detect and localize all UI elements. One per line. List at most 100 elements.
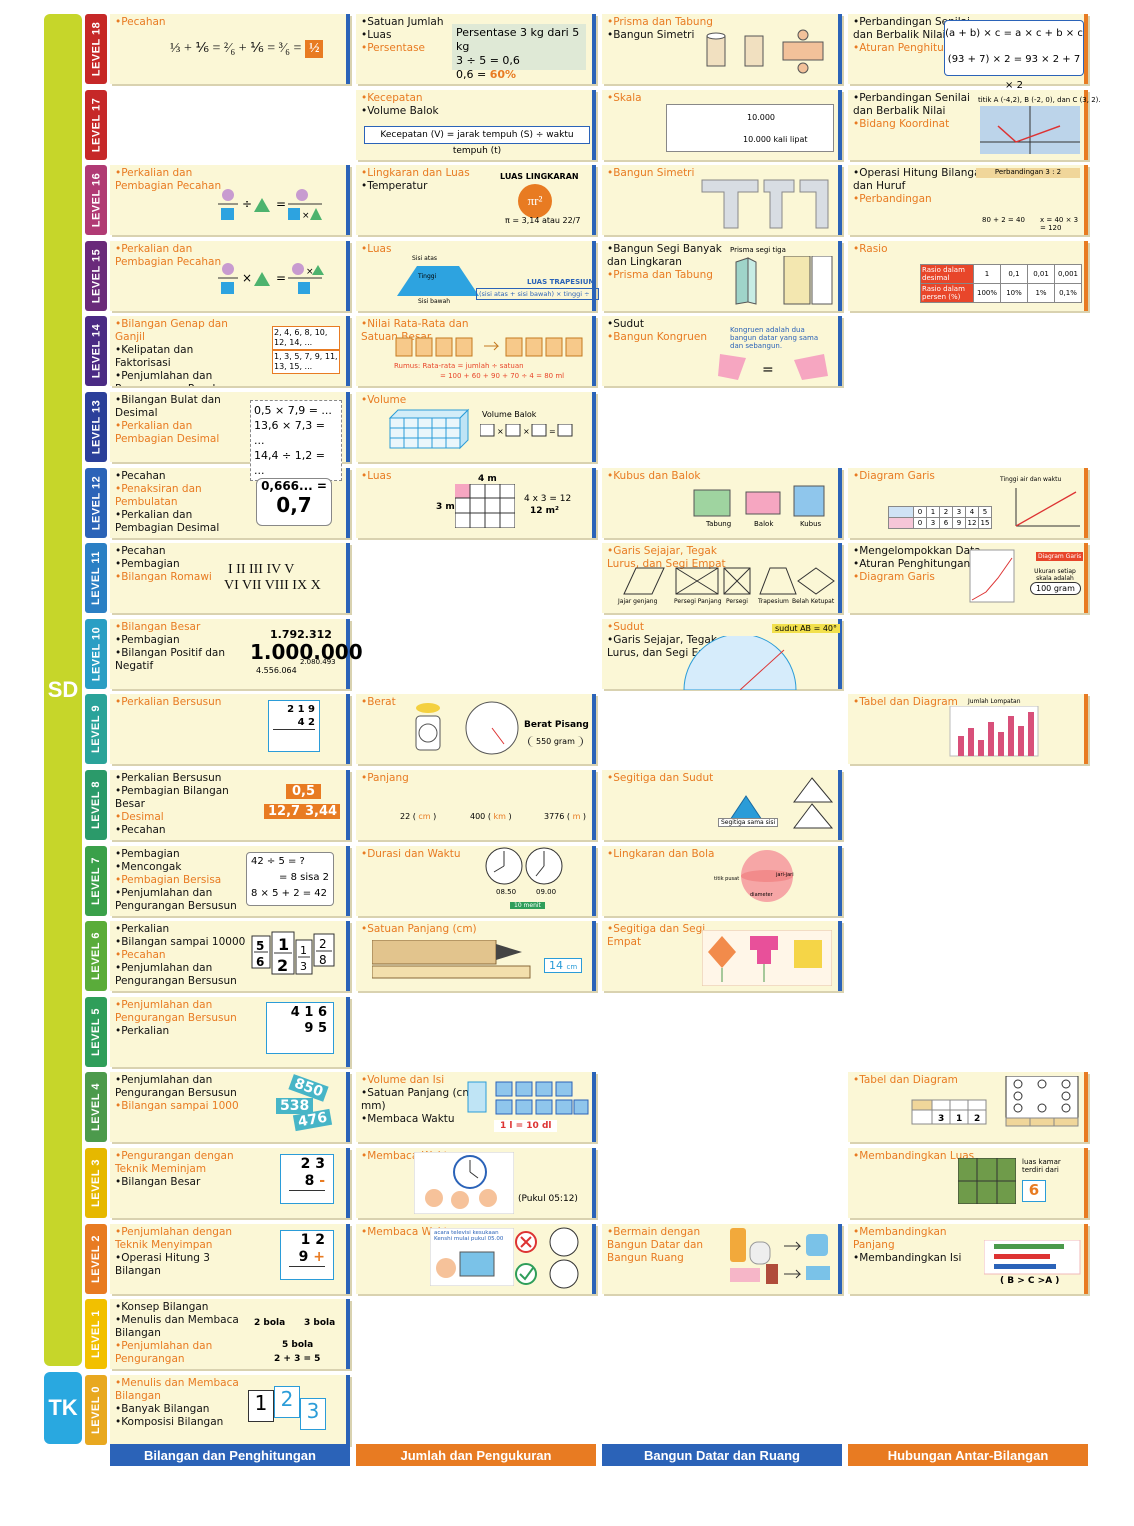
topic-item: •Desimal [115,811,164,823]
liter-conversion: 1 l = 10 dl [494,1120,558,1132]
clock-time-2: 09.00 [536,888,557,896]
average-formula: Rumus: Rata-rata = jumlah ÷ satuan [394,362,524,370]
level-label-7: LEVEL 7 [85,845,107,916]
ball-count-total: 5 bola [282,1340,314,1350]
svg-text:1: 1 [956,1114,962,1124]
topic-item: •Rasio [853,242,888,255]
svg-text:=: = [276,271,286,285]
ruler-length: 14 cm [544,958,583,973]
level-label-13: LEVEL 13 [85,392,107,462]
banana-weight-value: 550 gram [528,736,583,747]
trapezoid-illustration [397,266,479,296]
topic-item: •Membandingkan Isi [853,1251,962,1264]
tv-schedule-caption: acara televisi kesukaan Kenshi mulai puk… [434,1230,504,1242]
topic-item: •Kecepatan [361,91,423,104]
topic-item: •Penjumlahan dan Pengurangan Bersusun [115,998,237,1024]
room-area-count: 6 [1022,1180,1046,1202]
topic-item: •Pecahan [115,824,166,836]
level-label-2: LEVEL 2 [85,1223,107,1294]
svg-text:×: × [497,427,504,436]
average-calculation: = 100 + 60 + 90 + 70 ÷ 4 = 80 ml [440,372,565,380]
svg-text:=: = [276,197,286,211]
topic-item: •Penaksiran dan Pembulatan [115,482,202,508]
number-card-3: 3 [300,1398,326,1430]
topic-item: •Pecahan [115,469,166,482]
pi-value: π = 3,14 atau 22/7 [505,216,581,225]
level-label-11: LEVEL 11 [85,543,107,614]
column-header-bangun: Bangun Datar dan Ruang [602,1444,842,1466]
scale-note: Ukuran setiap skala adalah [1034,568,1076,582]
radius-label: jari-jari [776,872,794,878]
topic-item: •Pembagian Bilangan Besar [115,785,229,810]
area-grid-width: 4 m [478,474,497,484]
average-cups-illustration [395,337,583,357]
rounding-box: 0,666... = 0,7 [256,478,332,526]
quad-label-4: Trapesium [758,598,789,605]
topic-item: •Menulis dan Membaca Bilangan [115,1314,239,1340]
equilateral-label: Segitiga sama sisi [718,818,779,827]
topic-item: •Bilangan Besar [115,620,201,633]
topic-item: •Sudut [607,620,644,633]
volume-cups-illustration [467,1081,589,1115]
length-value-3: 3776 ( m ) [544,812,587,821]
topic-item: •Menulis dan Membaca Bilangan [115,1376,239,1402]
topic-item: •Pembagian Bersisa [115,873,222,886]
carrying-addition: 1 2 9 + [280,1230,334,1280]
svg-text:1: 1 [278,935,289,954]
topic-item: •Luas [361,469,392,482]
topic-item: •Komposisi Bilangan [115,1415,224,1428]
topic-item: •Banyak Bilangan [115,1402,210,1415]
quad-label-5: Belah Ketupat [792,598,835,605]
topic-item: •Penjumlahan dan Pengurangan Bersusun [115,962,237,988]
column-multiplication: 4 1 6 9 5 [266,1002,334,1054]
cylinder-net-illustration [706,29,824,74]
line-graph-caption: Tinggi air dan waktu [1000,476,1062,483]
topic-item: •Perkalian [115,1024,170,1037]
column-header-hubungan: Hubungan Antar-Bilangan [848,1444,1088,1466]
topic-item: •Penjumlahan dan Pengurangan [115,1340,213,1366]
fraction-cards: 56 12 13 28 [251,931,335,975]
shapes-solids-illustration [730,1228,830,1284]
area-grid-height: 3 m [436,502,455,512]
topic-item: •Perbandingan [853,193,932,206]
level-label-1: LEVEL 1 [85,1299,107,1370]
level-label-18: LEVEL 18 [85,14,107,84]
column-header-jumlah: Jumlah dan Pengukuran [356,1444,596,1466]
level-label-5: LEVEL 5 [85,996,107,1067]
long-multiplication-grid: 2 1 9 4 2 [268,700,320,752]
topic-item: •Satuan Panjang (cm) [361,923,477,936]
topic-item: •Kelipatan dan Faktorisasi [115,344,194,370]
circle-area-title: LUAS LINGKARAN [500,172,579,181]
topic-card-level8-col2: •Panjang [356,770,596,840]
svg-text:×: × [306,267,314,277]
topic-item: •Perkalian Bersusun [115,696,222,709]
two-clocks [485,847,563,885]
svg-text:=: = [549,427,556,436]
svg-text:1: 1 [300,944,307,957]
decimal-tile-3: 3,44 [302,804,341,819]
trapezoid-top-label: Sisi atas [412,255,438,262]
fraction-division-illustration: ÷ = × [218,189,322,221]
level-label-6: LEVEL 6 [85,921,107,992]
svg-text:2: 2 [277,956,288,975]
trapezoid-height-label: Tinggi [418,273,437,280]
level-label-4: LEVEL 4 [85,1072,107,1143]
tangram-illustration [702,930,832,986]
ball-count-2: 3 bola [304,1318,336,1328]
svg-text:8: 8 [319,953,327,967]
line-graph [1015,488,1080,527]
number-card-2: 2 [274,1386,300,1418]
scale-value: 100 gram [1030,582,1081,595]
topic-item: •Penjumlahan dengan Teknik Menyimpan [115,1225,233,1251]
clock-check-illustration [515,1227,579,1289]
angle-caption: sudut AB = 40° [772,624,840,633]
svg-text:×: × [302,211,310,221]
topic-item: •Bangun Segi Banyak dan Lingkaran [607,242,722,268]
band-tk: TK [44,1372,82,1444]
speed-formula: Kecepatan (V) = jarak tempuh (S) ÷ waktu… [364,126,590,156]
topic-item: •Lingkaran dan Luas [361,167,470,180]
big-number-2: 4.556.064 [256,666,297,675]
duration-label: 10 menit [510,902,545,909]
decimal-tile-2: 12,7 [264,804,305,819]
level-label-8: LEVEL 8 [85,770,107,840]
